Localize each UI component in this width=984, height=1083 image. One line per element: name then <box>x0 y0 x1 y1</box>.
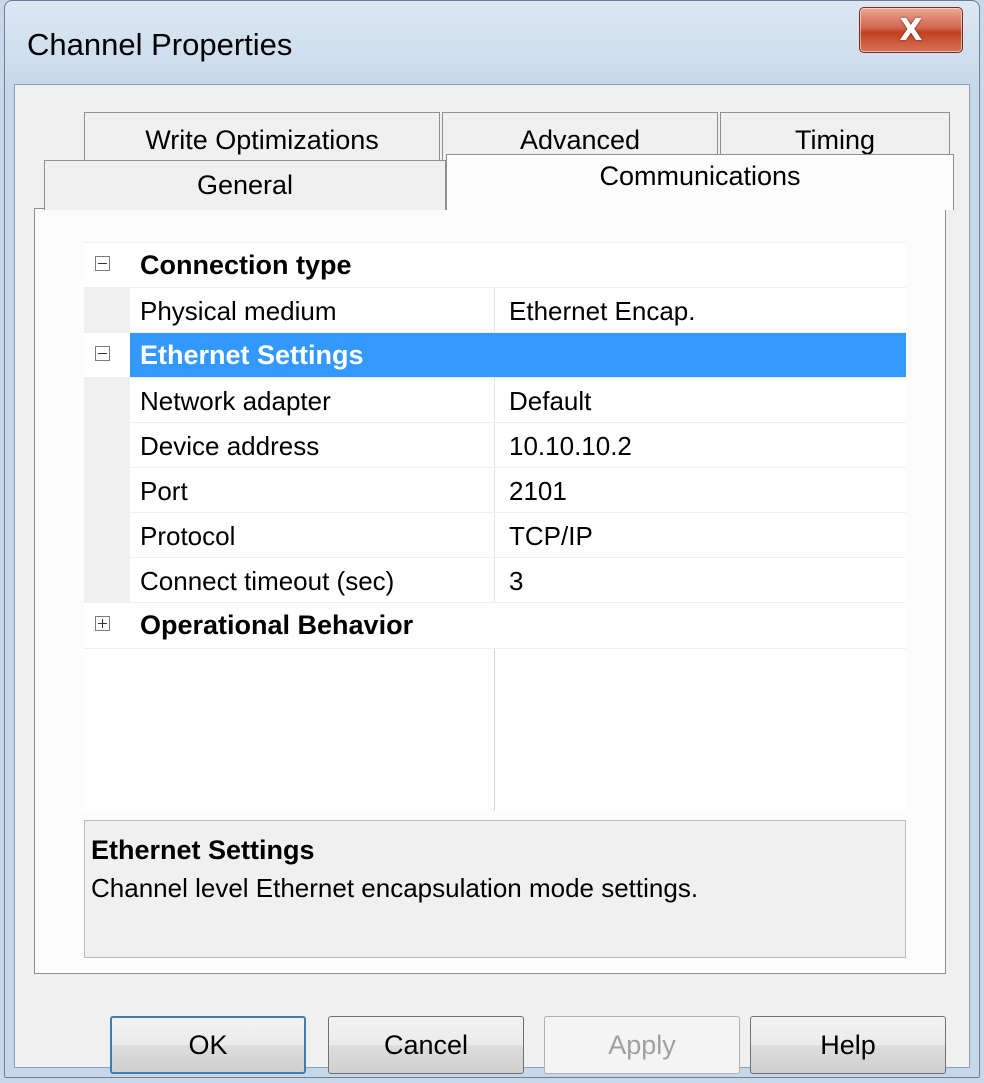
row-indent <box>84 423 130 467</box>
property-row-connect-timeout[interactable]: Connect timeout (sec) 3 <box>84 558 906 603</box>
tab-communications[interactable]: Communications <box>446 154 954 210</box>
window-title: Channel Properties <box>27 27 293 62</box>
close-icon: X <box>899 12 923 48</box>
category-label: Ethernet Settings <box>140 340 364 370</box>
property-name: Connect timeout (sec) <box>140 566 395 596</box>
tab-label: Communications <box>599 161 801 191</box>
description-text: Channel level Ethernet encapsulation mod… <box>91 873 699 903</box>
tab-label: Timing <box>794 125 875 155</box>
collapse-icon[interactable] <box>95 256 110 271</box>
ok-button[interactable]: OK <box>110 1016 306 1074</box>
column-divider <box>494 378 495 422</box>
cancel-button[interactable]: Cancel <box>328 1016 524 1074</box>
category-ethernet-settings[interactable]: Ethernet Settings <box>84 333 906 378</box>
column-divider <box>494 649 495 811</box>
apply-button[interactable]: Apply <box>544 1016 740 1074</box>
property-name: Device address <box>140 431 320 461</box>
grid-empty-area <box>84 649 130 811</box>
column-divider <box>494 423 495 467</box>
property-name: Physical medium <box>140 296 337 326</box>
category-label: Connection type <box>140 250 352 280</box>
row-indent <box>84 513 130 557</box>
property-name: Protocol <box>140 521 236 551</box>
property-row-port[interactable]: Port 2101 <box>84 468 906 513</box>
row-indent <box>84 468 130 512</box>
property-row-device-address[interactable]: Device address 10.10.10.2 <box>84 423 906 468</box>
property-value[interactable]: Default <box>509 386 591 417</box>
description-panel: Ethernet Settings Channel level Ethernet… <box>84 820 906 958</box>
property-value[interactable]: Ethernet Encap. <box>509 296 695 327</box>
tab-label: Write Optimizations <box>145 125 379 155</box>
property-name: Port <box>140 476 188 506</box>
column-divider <box>494 288 495 332</box>
category-operational-behavior[interactable]: Operational Behavior <box>84 603 906 649</box>
close-button[interactable]: X <box>859 7 963 53</box>
help-button[interactable]: Help <box>750 1016 946 1074</box>
property-grid[interactable]: Connection type Physical medium Ethernet… <box>84 242 906 811</box>
expand-icon[interactable] <box>95 616 110 631</box>
property-row-network-adapter[interactable]: Network adapter Default <box>84 378 906 423</box>
category-connection-type[interactable]: Connection type <box>84 243 906 288</box>
tab-label: Advanced <box>519 125 641 155</box>
category-label: Operational Behavior <box>140 610 414 640</box>
column-divider <box>494 558 495 602</box>
column-divider <box>494 468 495 512</box>
property-row-physical-medium[interactable]: Physical medium Ethernet Encap. <box>84 288 906 333</box>
row-indent <box>84 378 130 422</box>
column-divider <box>494 513 495 557</box>
property-value[interactable]: 10.10.10.2 <box>509 431 632 462</box>
tab-label: General <box>196 170 294 200</box>
collapse-icon[interactable] <box>95 346 110 361</box>
property-row-protocol[interactable]: Protocol TCP/IP <box>84 513 906 558</box>
tab-general[interactable]: General <box>44 160 446 210</box>
row-indent <box>84 288 130 332</box>
description-title: Ethernet Settings <box>91 835 315 865</box>
property-name: Network adapter <box>140 386 331 416</box>
property-value[interactable]: 2101 <box>509 476 567 507</box>
property-value[interactable]: 3 <box>509 566 523 597</box>
property-value[interactable]: TCP/IP <box>509 521 593 552</box>
row-indent <box>84 558 130 602</box>
